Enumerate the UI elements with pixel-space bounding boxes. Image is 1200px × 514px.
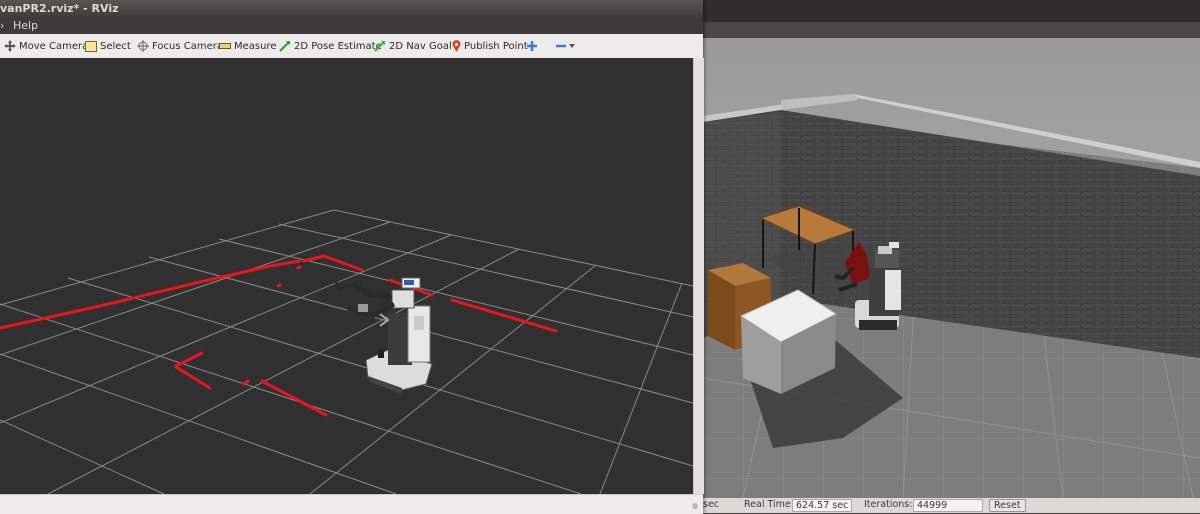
dropdown-arrow-icon [569,44,575,48]
gazebo-3d-view[interactable] [703,38,1200,498]
menu-arrow-icon[interactable]: › [0,19,4,32]
select-tool[interactable]: Select [85,39,131,53]
pose-estimate-arrow-icon [279,41,290,52]
reset-button[interactable]: Reset [989,499,1026,512]
sim-time-unit: sec [703,499,720,510]
pose-estimate-label: 2D Pose Estimate [294,40,382,52]
pose-estimate-tool[interactable]: 2D Pose Estimate [279,39,382,53]
iterations-value: 44999 [913,499,983,512]
gazebo-toolbar [700,22,1200,38]
move-camera-icon [4,40,16,52]
move-camera-label: Move Camera [19,40,89,52]
rviz-3d-view[interactable] [0,58,693,494]
nav-goal-tool[interactable]: 2D Nav Goal [374,39,452,53]
rviz-bottom-panel [0,494,703,514]
measure-label: Measure [234,40,277,52]
focus-camera-label: Focus Camera [152,40,223,52]
publish-point-tool[interactable]: Publish Point [452,39,528,53]
real-time-label: Real Time: [744,499,794,510]
rviz-menu-bar: › Help [0,17,703,34]
rviz-side-panel-edge[interactable] [693,58,704,494]
select-icon [85,40,97,52]
move-camera-tool[interactable]: Move Camera [4,39,88,53]
remove-tool-button[interactable] [556,39,578,53]
select-label: Select [100,40,131,52]
gazebo-title-bar [700,0,1200,22]
gazebo-panel-handle[interactable] [1194,275,1197,283]
real-time-value: 624.57 sec [792,499,853,512]
map-pin-icon [452,40,461,52]
focus-camera-tool[interactable]: Focus Camera [137,39,223,53]
measure-icon [219,43,231,49]
focus-camera-icon [137,40,149,52]
window-title: vanPR2.rviz* - RViz [0,2,119,15]
gazebo-status-bar: sec Real Time: 624.57 sec Iterations: 44… [700,498,1200,513]
plus-icon [527,41,537,51]
nav-goal-arrow-icon [374,41,385,52]
rviz-background [0,58,693,494]
rviz-toolbar: Move Camera Select Focus Camera Measure … [0,34,703,59]
resize-grip-icon[interactable] [692,503,698,509]
add-tool-button[interactable] [527,39,540,53]
rviz-title-bar: vanPR2.rviz* - RViz [0,0,703,17]
minus-icon [556,44,566,48]
publish-point-label: Publish Point [464,40,528,52]
iterations-label: Iterations: [864,499,913,510]
nav-goal-label: 2D Nav Goal [389,40,452,52]
menu-help[interactable]: Help [13,19,38,32]
measure-tool[interactable]: Measure [219,39,277,53]
rviz-window: vanPR2.rviz* - RViz › Help Move Camera S… [0,0,704,514]
